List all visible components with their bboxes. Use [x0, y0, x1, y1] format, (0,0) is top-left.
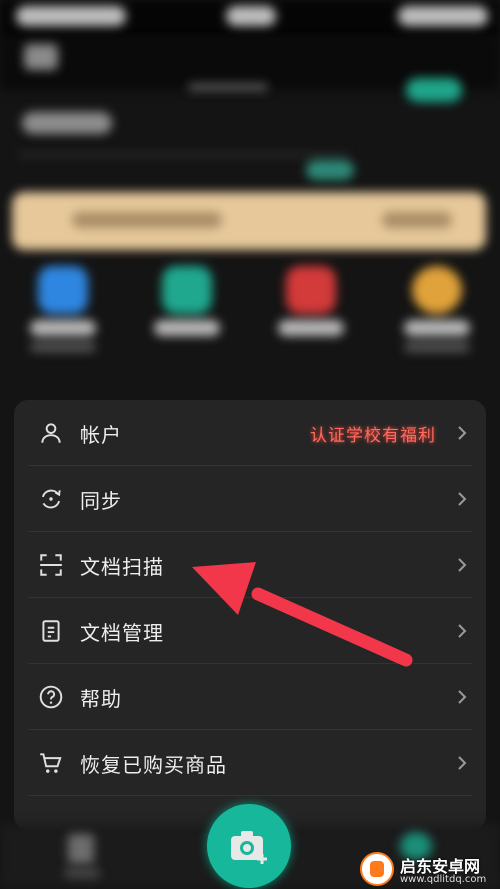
chevron-right-icon [458, 492, 467, 506]
storage-progress [18, 153, 348, 157]
carrier-signal [16, 6, 126, 26]
nav-documents-icon[interactable] [68, 834, 94, 864]
chevron-right-icon [458, 624, 467, 638]
promo-badge[interactable]: 认证学校有福利 [310, 421, 436, 446]
quick-label [154, 320, 220, 336]
watermark-url: www.qdlitdq.com [400, 874, 487, 885]
clock [226, 6, 276, 26]
menu-item-label: 帐户 [80, 422, 122, 447]
menu-item-help[interactable]: 帮助 [14, 664, 486, 730]
quick-sublabel [30, 342, 96, 352]
cloud-icon [38, 266, 88, 314]
quick-label [278, 320, 344, 336]
help-icon [39, 685, 63, 709]
promo-banner[interactable] [12, 192, 486, 250]
quick-action-cloud[interactable] [8, 266, 118, 356]
menu-item-label: 文档扫描 [80, 554, 164, 579]
menu-item-label: 恢复已购买商品 [80, 752, 227, 777]
cart-icon [40, 753, 62, 773]
document-icon [42, 620, 60, 642]
quick-action-bookmark[interactable] [256, 266, 366, 356]
menu-item-sync[interactable]: 同步 [14, 466, 486, 532]
watermark-logo-icon [360, 852, 394, 886]
sync-icon [41, 489, 61, 509]
menu-item-doc-scan[interactable]: 文档扫描 [14, 532, 486, 598]
battery-indicator [398, 6, 488, 26]
nav-documents-label [64, 868, 100, 878]
sheet-handle [188, 84, 268, 90]
camera-button[interactable] [207, 804, 291, 888]
storage-badge [306, 160, 354, 180]
user-name[interactable] [22, 112, 112, 134]
quick-label [404, 320, 470, 336]
scan-code-icon[interactable] [24, 44, 58, 70]
divider [28, 795, 472, 796]
user-icon [41, 423, 61, 443]
watermark: 启东安卓网 www.qdlitdq.com [360, 852, 500, 889]
coin-icon [412, 266, 462, 314]
vip-icon[interactable] [406, 78, 462, 102]
promo-text [72, 212, 222, 228]
folder-icon [162, 266, 212, 314]
menu-item-doc-manage[interactable]: 文档管理 [14, 598, 486, 664]
menu-item-label: 文档管理 [80, 620, 164, 645]
camera-icon [231, 831, 267, 864]
menu-item-restore-purchases[interactable]: 恢复已购买商品 [14, 730, 486, 796]
chevron-right-icon [458, 426, 467, 440]
quick-action-folder[interactable] [132, 266, 242, 356]
menu-item-account[interactable]: 帐户 认证学校有福利 [14, 400, 486, 466]
menu-item-label: 帮助 [80, 686, 122, 711]
chevron-right-icon [458, 558, 467, 572]
settings-menu: 帐户 认证学校有福利 同步 文档扫描 文档管理 帮助 恢复已购买商品 [14, 400, 486, 830]
chevron-right-icon [458, 756, 467, 770]
menu-item-label: 同步 [80, 488, 122, 513]
promo-cta [382, 212, 452, 228]
quick-label [30, 320, 96, 336]
status-bar [0, 0, 500, 40]
quick-action-coin[interactable] [382, 266, 492, 356]
scan-icon [40, 554, 62, 576]
quick-sublabel [404, 342, 470, 352]
chevron-right-icon [458, 690, 467, 704]
bookmark-icon [286, 266, 336, 314]
